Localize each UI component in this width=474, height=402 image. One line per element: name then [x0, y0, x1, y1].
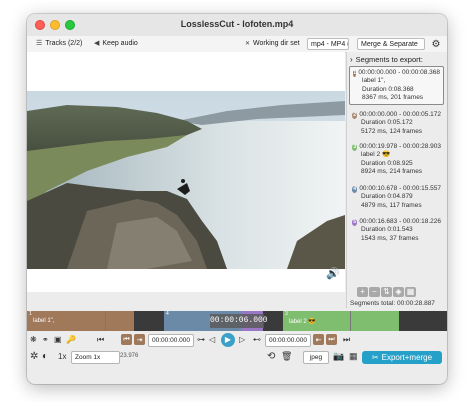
playback-speed[interactable]: 1x — [58, 352, 66, 361]
seek-next-cut-icon[interactable]: ⏭ — [326, 334, 337, 345]
segment-duration: Duration 0:04.879 — [361, 193, 413, 201]
segment-label: label 1", — [362, 77, 386, 85]
remove-segment-icon[interactable]: − — [369, 287, 380, 297]
trash-icon[interactable]: 🗑 — [281, 351, 292, 362]
segment-frames: 5172 ms, 124 frames — [361, 127, 423, 135]
add-segment-icon[interactable]: + — [357, 287, 368, 297]
set-cut-end-icon[interactable]: ⇤ — [313, 334, 324, 345]
step-forward-icon[interactable]: ▷ — [239, 335, 245, 344]
segment-duration: Duration 0:05.172 — [361, 119, 413, 127]
reorder-segments-icon[interactable]: ⇅ — [381, 287, 392, 297]
timeline-segment-label: label 1", — [33, 318, 55, 324]
top-toolbar: ☰ Tracks (2/2) ◀ Keep audio ✕ Working di… — [27, 36, 447, 53]
segment-item-1[interactable]: 1 00:00:00.000 - 00:00:08.368 label 1", D… — [349, 66, 444, 106]
segment-tools: + − ⇅ ◈ ▦ — [357, 287, 416, 297]
chevron-right-icon[interactable]: › — [350, 55, 353, 64]
capture-format-select[interactable]: jpeg — [303, 351, 329, 364]
segment-label: label 2 😎 — [361, 151, 391, 159]
working-dir-button[interactable]: ✕ Working dir set — [242, 38, 303, 50]
segment-range: 00:00:16.683 - 00:00:18.226 — [359, 218, 441, 225]
segment-range: 00:00:00.000 - 00:00:08.368 — [358, 69, 440, 76]
export-merge-button[interactable]: ✂ Export+merge — [362, 351, 442, 364]
cut-start-time-input[interactable]: 00:00:00.000 — [148, 334, 194, 347]
key-icon[interactable]: ⊶ — [197, 335, 205, 344]
volume-speaker-icon[interactable]: 🔊 — [325, 266, 341, 280]
key-icon[interactable]: ⊷ — [253, 335, 261, 344]
segments-header: › Segments to export: — [350, 55, 423, 64]
timeline-segment-index: 3 — [285, 311, 288, 317]
format-select[interactable]: mp4 - MP4 (M — [307, 38, 349, 50]
tracks-list-icon: ☰ — [36, 40, 43, 47]
segment-frames: 8924 ms, 214 frames — [361, 167, 423, 175]
timeline-segment-index: 4 — [166, 311, 169, 317]
set-cut-start-icon[interactable]: ⇥ — [134, 334, 145, 345]
segment-item-4[interactable]: 4 00:00:10.678 - 00:00:15.557 Duration 0:… — [349, 183, 444, 212]
current-time-display: 00:00:06.000 — [210, 314, 268, 328]
segment-item-3[interactable]: 3 00:00:19.978 - 00:00:28.903 label 2 😎 D… — [349, 141, 444, 178]
segment-duration: Duration 0:08.925 — [361, 159, 413, 167]
tracks-button[interactable]: ☰ Tracks (2/2) — [33, 38, 85, 50]
rotate-icon[interactable]: ✲ — [30, 351, 38, 362]
export-label: Export+merge — [381, 353, 433, 362]
segments-header-text: Segments to export: — [355, 55, 423, 64]
segments-total: Segments total: 00:00:28.887 — [350, 300, 435, 307]
segment-range: 00:00:10.678 - 00:00:15.557 — [359, 185, 441, 192]
timeline[interactable]: 1 label 1", 4 3 label 2 😎 00:00:06.000 — [27, 311, 447, 331]
title-bar: LosslessCut - lofoten.mp4 — [27, 14, 447, 37]
segment-item-5[interactable]: 5 00:00:16.683 - 00:00:18.226 Duration 0:… — [349, 216, 444, 245]
playback-controls: ❋ ⚭ ▣ 🔑 ⏮ ⏮ ⇥ 00:00:00.000 ⊶ ◁ ▶ ▷ ⊷ 00:… — [27, 331, 447, 349]
bottom-controls: ✲ ◐ 1x Zoom 1x 23.976 ⟲ 🗑 jpeg 📷 ▦ ✂ Exp… — [27, 349, 447, 366]
jump-start-icon[interactable]: ⏮ — [97, 335, 104, 345]
jump-end-icon[interactable]: ⏭ — [343, 335, 350, 345]
segment-number-badge: 4 — [352, 185, 358, 193]
image-icon[interactable]: ▣ — [54, 335, 62, 344]
flower-settings-icon[interactable]: ❋ — [30, 335, 37, 344]
zoom-select[interactable]: Zoom 1x — [71, 351, 120, 364]
keep-audio-label: Keep audio — [102, 40, 138, 47]
segment-number-badge: 2 — [352, 111, 358, 119]
grid-layout-icon[interactable]: ▦ — [405, 287, 416, 297]
video-area[interactable]: 🔊 — [27, 52, 345, 292]
calendar-icon[interactable]: ▦ — [349, 351, 358, 362]
segment-frames: 8367 ms, 201 frames — [362, 93, 424, 101]
tag-label-icon[interactable]: ◈ — [393, 287, 404, 297]
timeline-segment-index: 1 — [29, 311, 32, 317]
app-window: LosslessCut - lofoten.mp4 ☰ Tracks (2/2)… — [27, 14, 447, 384]
keep-audio-toggle[interactable]: ◀ Keep audio — [91, 38, 141, 50]
segment-item-2[interactable]: 2 00:00:00.000 - 00:00:05.172 Duration 0:… — [349, 109, 444, 138]
segment-number-badge: 5 — [352, 218, 358, 226]
fps-value: 23.976 — [120, 353, 139, 359]
play-button[interactable]: ▶ — [221, 333, 235, 347]
merge-mode-select[interactable]: Merge & Separate — [357, 38, 425, 50]
scissors-icon: ✂ — [371, 353, 379, 362]
segment-number-badge: 3 — [352, 143, 358, 151]
segment-marker — [105, 311, 106, 331]
key-icon[interactable]: 🔑 — [66, 335, 76, 344]
seek-prev-cut-icon[interactable]: ⏮ — [121, 334, 132, 345]
segment-range: 00:00:00.000 - 00:00:05.172 — [359, 111, 441, 118]
undo-history-icon[interactable]: ⟲ — [267, 351, 275, 362]
segment-duration: Duration 0:01.543 — [361, 226, 413, 234]
window-title: LosslessCut - lofoten.mp4 — [180, 19, 294, 29]
link-icon[interactable]: ⚭ — [42, 335, 49, 344]
video-frame-image — [27, 91, 345, 269]
working-dir-label: Working dir set — [253, 40, 300, 47]
tracks-label: Tracks (2/2) — [45, 40, 83, 47]
clear-x-icon: ✕ — [245, 41, 251, 47]
segment-frames: 4879 ms, 117 frames — [361, 201, 422, 209]
step-back-icon[interactable]: ◁ — [209, 335, 215, 344]
segment-marker — [350, 311, 351, 331]
timeline-gap — [134, 311, 162, 331]
segment-frames: 1543 ms, 37 frames — [361, 234, 419, 242]
cut-end-time-input[interactable]: 00:00:00.000 — [265, 334, 311, 347]
speaker-icon: ◀ — [94, 40, 100, 47]
camera-icon[interactable]: 📷 — [333, 351, 344, 362]
timeline-segment-label: label 2 😎 — [289, 319, 316, 325]
segments-panel: › Segments to export: 1 00:00:00.000 - 00… — [346, 52, 447, 308]
segment-duration: Duration 0:08.368 — [362, 85, 414, 93]
settings-gear-icon[interactable]: ⚙ — [430, 38, 442, 50]
contrast-icon[interactable]: ◐ — [42, 351, 48, 362]
segment-number-badge: 1 — [353, 69, 357, 77]
